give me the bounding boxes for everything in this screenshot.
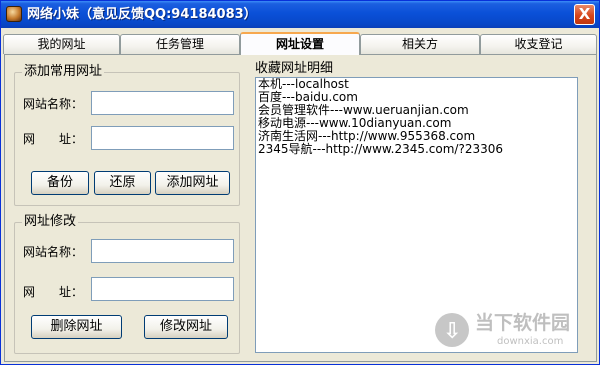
close-button[interactable]: X xyxy=(574,4,595,25)
title-bar[interactable]: 网络小妹（意见反馈QQ:94184083） X xyxy=(1,1,599,28)
add-site-button[interactable]: 添加网址 xyxy=(155,171,230,195)
tab-strip: 我的网址 任务管理 网址设置 相关方 收支登记 xyxy=(3,32,597,55)
tab-site-settings[interactable]: 网址设置 xyxy=(240,32,360,55)
restore-button[interactable]: 还原 xyxy=(94,171,151,195)
tab-related-parties[interactable]: 相关方 xyxy=(360,34,480,54)
modify-site-url-label: 网 址： xyxy=(23,285,84,299)
modify-site-url-input[interactable] xyxy=(91,277,234,301)
favorites-title: 收藏网址明细 xyxy=(255,61,334,76)
modify-site-name-input[interactable] xyxy=(91,239,234,263)
download-arrow-icon: ⇩ xyxy=(435,313,469,347)
app-icon xyxy=(6,6,22,22)
add-site-url-input[interactable] xyxy=(91,126,234,150)
modify-site-group-title: 网址修改 xyxy=(22,214,79,230)
backup-button[interactable]: 备份 xyxy=(31,171,89,195)
modify-site-name-label: 网站名称： xyxy=(23,245,84,259)
tab-income-expense[interactable]: 收支登记 xyxy=(480,34,597,54)
tab-task-management[interactable]: 任务管理 xyxy=(120,34,240,54)
add-site-group: 添加常用网址 网站名称： 网 址： 备份 还原 添加网址 xyxy=(14,64,240,206)
add-site-name-label: 网站名称： xyxy=(23,97,84,111)
modify-site-group: 网址修改 网站名称： 网 址： 删除网址 修改网址 xyxy=(14,214,240,354)
window-title: 网络小妹（意见反馈QQ:94184083） xyxy=(27,7,257,22)
watermark-name: 当下软件园 xyxy=(475,312,571,334)
watermark-domain: downxia.com xyxy=(497,336,564,347)
add-site-url-label: 网 址： xyxy=(23,132,84,146)
delete-site-button[interactable]: 删除网址 xyxy=(31,315,122,339)
add-site-name-input[interactable] xyxy=(91,91,234,115)
tab-my-sites[interactable]: 我的网址 xyxy=(3,34,120,54)
modify-site-button[interactable]: 修改网址 xyxy=(144,315,228,339)
favorite-line: 2345导航---http://www.2345.com/?23306 xyxy=(258,142,504,156)
watermark-logo: ⇩ 当下软件园 downxia.com xyxy=(435,311,585,355)
app-window: 网络小妹（意见反馈QQ:94184083） X 我的网址 任务管理 网址设置 相… xyxy=(0,0,600,365)
add-site-group-title: 添加常用网址 xyxy=(22,64,105,80)
